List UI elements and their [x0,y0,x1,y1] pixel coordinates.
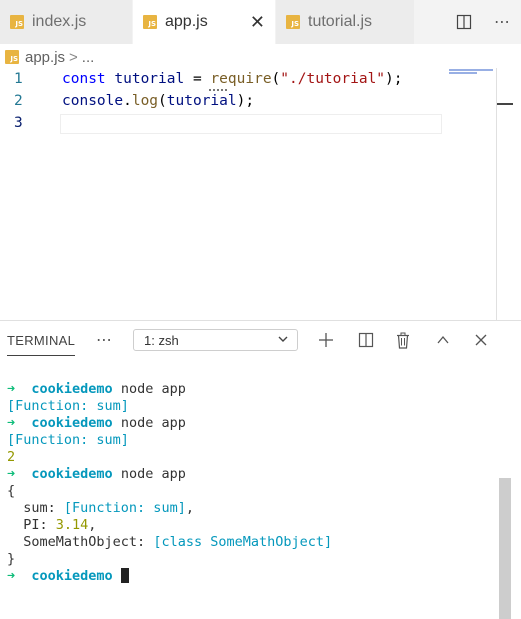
terminal-prompt-line: ➜ cookiedemo [7,568,497,585]
tab-app-js[interactable]: JS app.js ✕ [133,0,276,44]
plus-icon[interactable] [315,329,337,351]
terminal-line: ➜ cookiedemo node app [7,381,186,397]
terminal-line: PI: 3.14, [7,517,97,533]
overview-ruler-mark [497,103,513,105]
close-icon[interactable] [470,329,492,351]
tab-terminal[interactable]: TERMINAL [7,333,76,356]
line-number: 3 [14,115,23,131]
terminal-line: SomeMathObject: [class SomeMathObject] [7,534,333,550]
javascript-file-icon: JS [286,15,300,29]
javascript-file-icon: JS [5,50,19,64]
minimap[interactable] [449,68,497,98]
editor-tab-bar: JS index.js JS app.js ✕ JS tutorial.js ⋯ [0,0,521,44]
more-actions-icon[interactable]: ⋯ [483,0,521,44]
terminal-line: [Function: sum] [7,398,129,414]
close-icon[interactable]: ✕ [250,12,265,33]
more-actions-icon[interactable]: ⋯ [96,330,112,350]
tab-label: tutorial.js [308,13,373,30]
breadcrumb-separator: > [69,48,78,66]
chevron-up-icon[interactable] [432,329,454,351]
terminal-line: ➜ cookiedemo node app [7,466,186,482]
javascript-file-icon: JS [143,15,157,29]
split-terminal-icon[interactable] [355,329,377,351]
terminal-scrollbar[interactable] [499,478,511,619]
code-line-2: 2 console.log(tutorial); [0,90,440,112]
terminal-select-value: 1: zsh [144,332,179,348]
chevron-down-icon [277,333,289,348]
split-editor-icon[interactable] [445,0,483,44]
tab-index-js[interactable]: JS index.js [0,0,133,44]
code-line-3: 3 [0,112,440,134]
terminal-line: ➜ cookiedemo node app [7,415,186,431]
breadcrumb-file[interactable]: app.js [25,49,65,66]
code-text: const tutorial = require("./tutorial"); [62,71,403,87]
terminal-select[interactable]: 1: zsh [133,329,298,351]
tab-tutorial-js[interactable]: JS tutorial.js [276,0,415,44]
tab-label: index.js [32,13,87,30]
line-number: 1 [14,71,23,87]
terminal-line: sum: [Function: sum], [7,500,194,516]
terminal-line: [Function: sum] [7,432,129,448]
editor-scrollbar-track[interactable] [496,68,497,320]
javascript-file-icon: JS [10,15,24,29]
tab-label: app.js [165,13,208,30]
terminal-line: 2 [7,449,16,465]
terminal-cursor [120,568,129,583]
line-number: 2 [14,93,23,109]
code-editor[interactable]: 1 const tutorial = require("./tutorial")… [0,68,521,320]
code-text: console.log(tutorial); [62,93,255,109]
terminal-output[interactable]: ➜ cookiedemo node app [Function: sum] ➜ … [7,381,497,585]
editor-actions: ⋯ [445,0,521,44]
breadcrumb-symbols[interactable]: ... [82,49,95,66]
trash-icon[interactable] [392,329,414,351]
breadcrumb: JS app.js > ... [0,46,94,68]
panel-header: TERMINAL ⋯ 1: zsh [0,321,521,361]
terminal-line: } [7,551,16,567]
terminal-line: { [7,483,16,499]
